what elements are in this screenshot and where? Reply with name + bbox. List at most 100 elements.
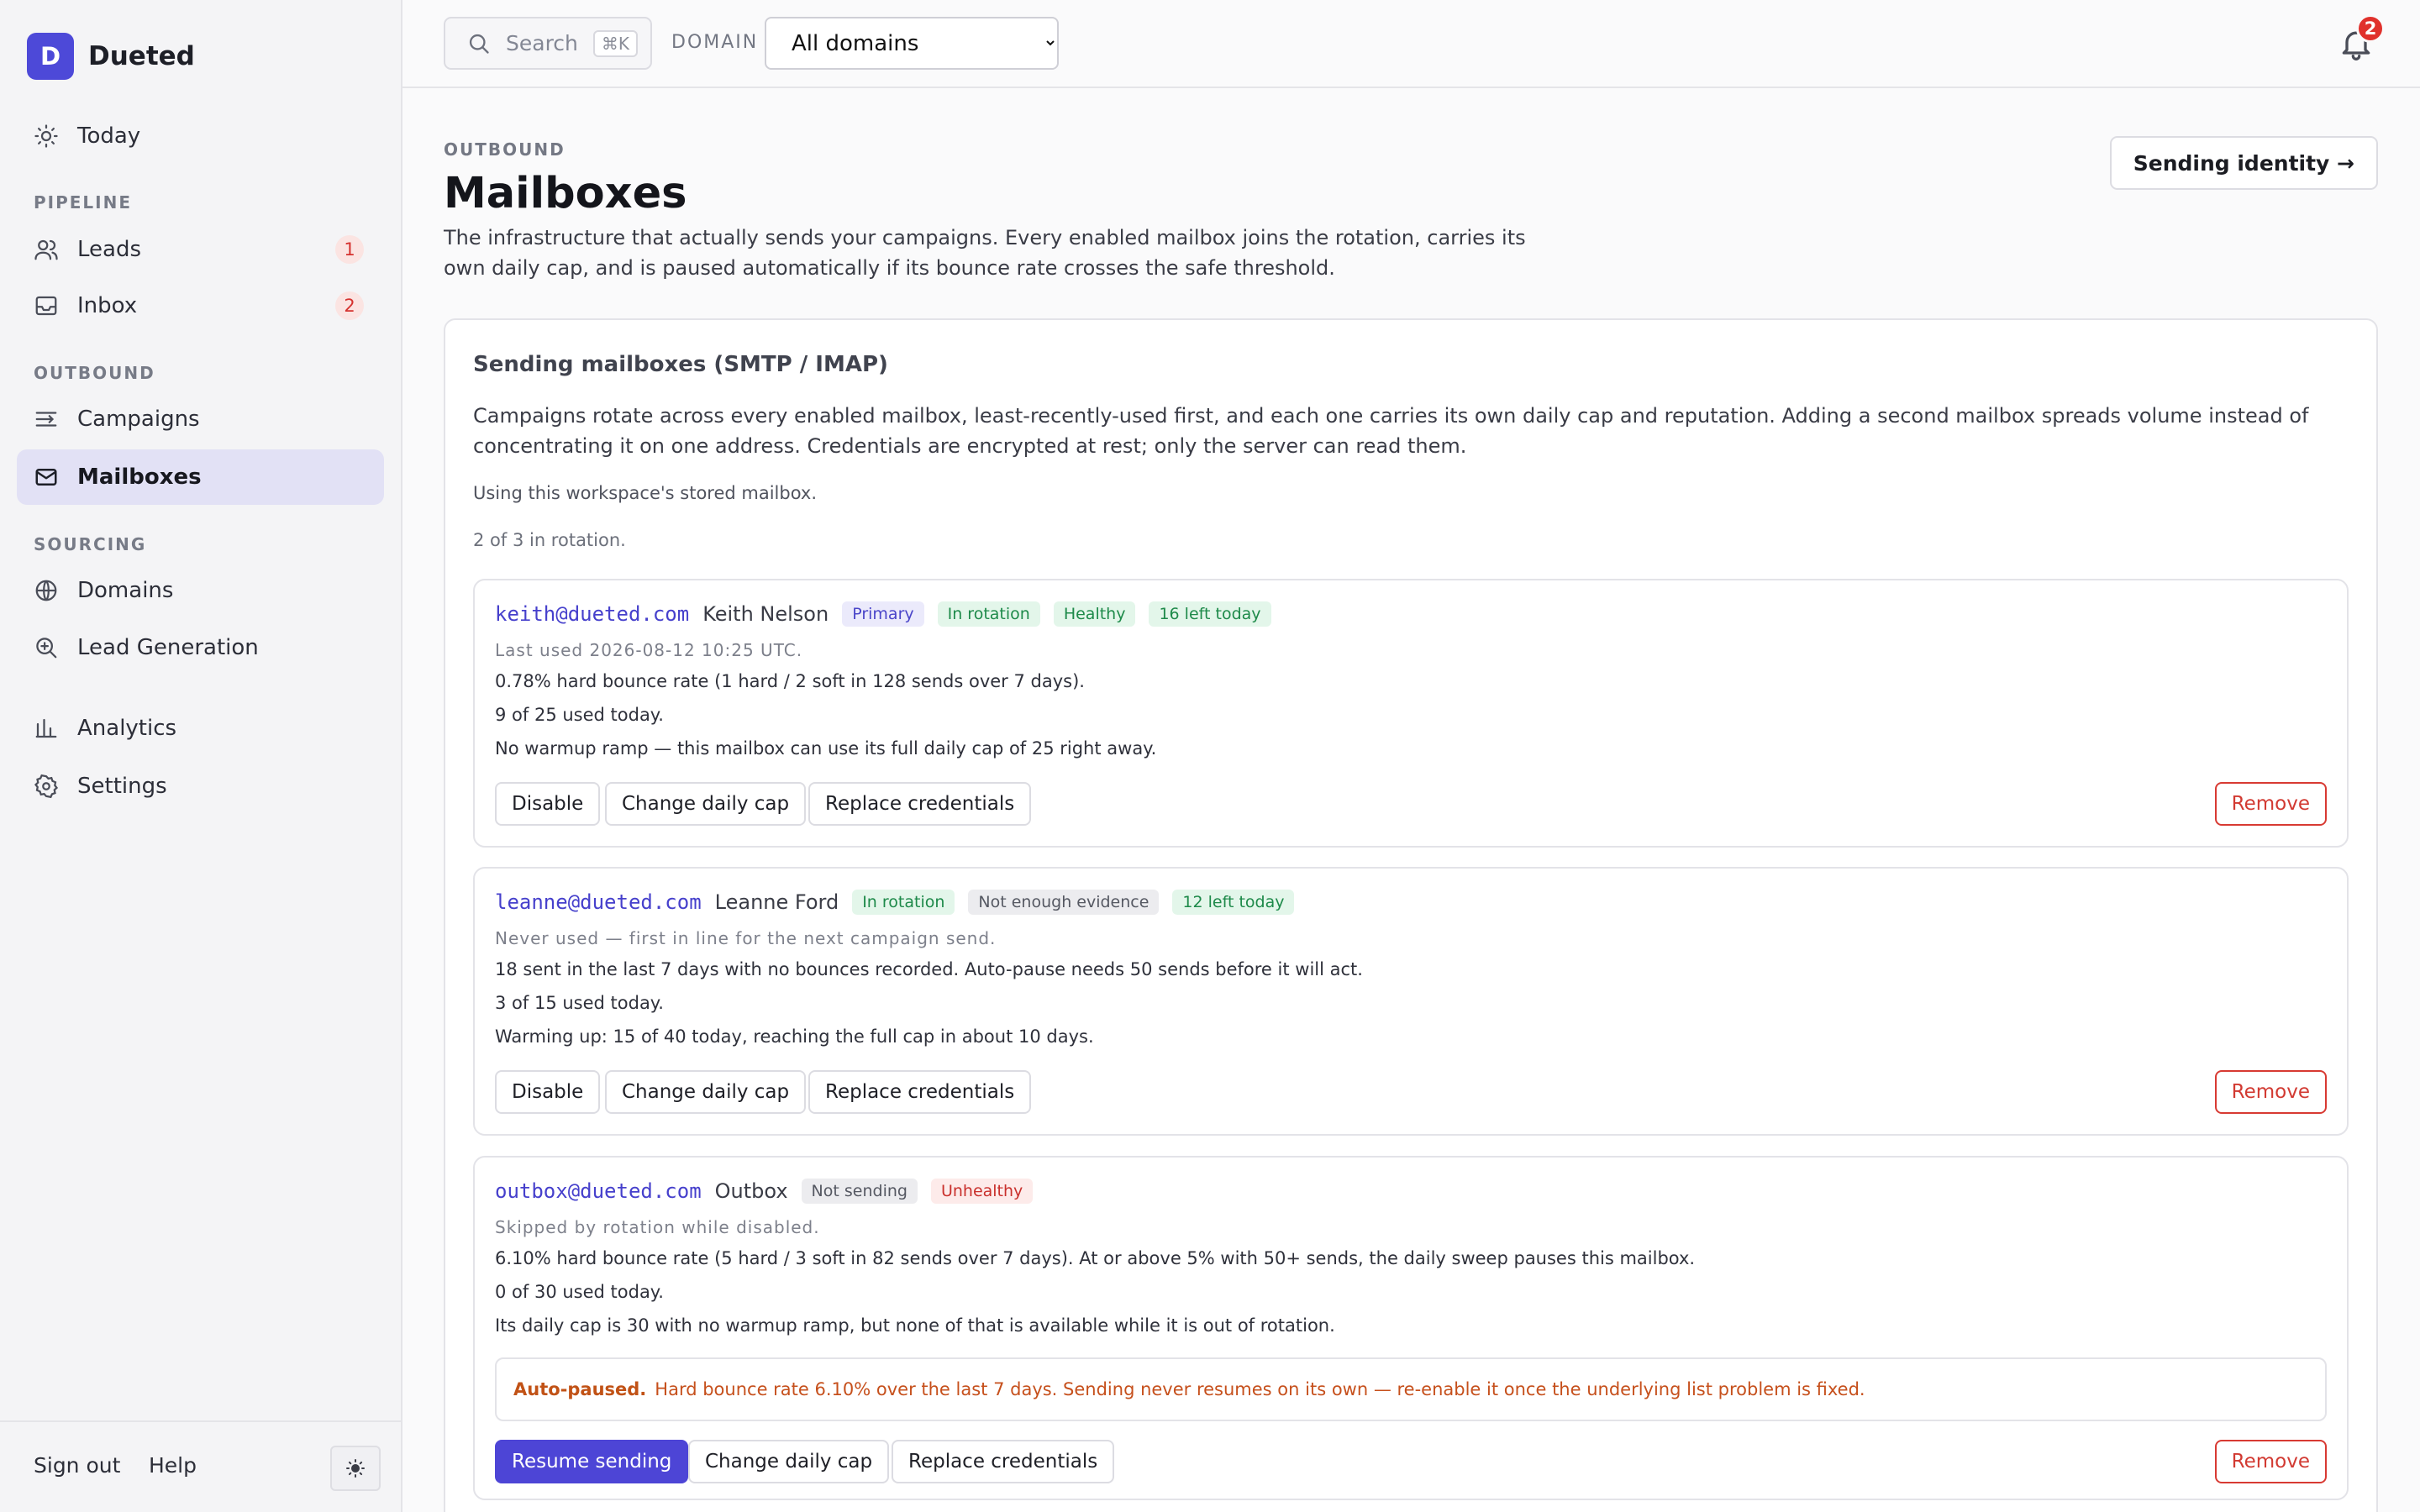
brand-logo: D [27,33,74,80]
mail-icon [35,469,57,486]
sidebar-item-label: Leads [77,237,142,262]
sidebar-item-label: Mailboxes [77,465,202,490]
mailbox-last-used: Last used 2026-08-12 10:25 UTC. [495,640,803,660]
primary-badge: Primary [842,601,924,627]
sidebar-item-label: Campaigns [77,407,200,432]
theme-toggle-button[interactable] [330,1446,381,1491]
mailbox-owner-name: Leanne Ford [714,890,839,914]
mailbox-usage: 3 of 15 used today. [495,993,664,1013]
sign-out-link[interactable]: Sign out [34,1453,120,1478]
page-title: Mailboxes [444,169,687,218]
change-daily-cap-button[interactable]: Change daily cap [605,782,807,826]
mailbox-owner-name: Keith Nelson [702,602,829,626]
mailbox-row: keith@dueted.com Keith Nelson Primary In… [473,579,2349,848]
domain-filter-label: DOMAIN [671,32,759,53]
mailbox-last-used: Never used — first in line for the next … [495,928,997,948]
mailbox-warmup: No warmup ramp — this mailbox can use it… [495,738,1157,759]
rotation-badge: Not sending [801,1179,918,1204]
remaining-badge: 12 left today [1172,890,1295,915]
card-title: Sending mailboxes (SMTP / IMAP) [473,352,888,377]
sidebar-item-label: Lead Generation [77,635,259,660]
mailbox-email[interactable]: outbox@dueted.com [495,1179,702,1203]
mailbox-bounce-rate: 18 sent in the last 7 days with no bounc… [495,959,1363,979]
mailbox-warmup: Warming up: 15 of 40 today, reaching the… [495,1026,1094,1047]
mailbox-warmup: Its daily cap is 30 with no warmup ramp,… [495,1315,1335,1336]
sidebar-item-mailboxes[interactable]: Mailboxes [17,449,384,505]
mailbox-header: keith@dueted.com Keith Nelson Primary In… [495,601,1271,627]
remove-button[interactable]: Remove [2214,1070,2327,1114]
auto-paused-alert: Auto-paused. Hard bounce rate 6.10% over… [495,1357,2327,1421]
top-bar: Search ⌘K DOMAIN All domains 2 [402,0,2420,88]
mailbox-email[interactable]: keith@dueted.com [495,602,689,626]
sidebar-item-leads[interactable]: Leads 1 [17,222,384,277]
resume-sending-button[interactable]: Resume sending [495,1440,689,1483]
sidebar-item-inbox[interactable]: Inbox 2 [17,278,384,333]
alert-title: Auto-paused. [513,1379,647,1399]
inbox-count-badge: 2 [335,291,364,320]
replace-credentials-button[interactable]: Replace credentials [808,782,1032,826]
replace-credentials-button[interactable]: Replace credentials [808,1070,1032,1114]
sidebar-section-outbound: OUTBOUND [34,363,155,383]
inbox-icon [35,296,57,316]
search-box[interactable]: Search ⌘K [444,17,652,70]
leads-count-badge: 1 [335,235,364,264]
bar-chart-icon [35,718,57,738]
sidebar-section-sourcing: SOURCING [34,534,147,554]
health-badge: Not enough evidence [968,890,1160,915]
change-daily-cap-button[interactable]: Change daily cap [605,1070,807,1114]
stored-mailbox-note: Using this workspace's stored mailbox. [473,483,818,503]
mailbox-row: leanne@dueted.com Leanne Ford In rotatio… [473,867,2349,1136]
alert-message: Hard bounce rate 6.10% over the last 7 d… [655,1379,1865,1399]
brand[interactable]: D Dueted [27,33,195,80]
users-icon [34,239,58,260]
globe-icon [35,580,57,601]
notification-count-badge: 2 [2356,14,2385,43]
change-daily-cap-button[interactable]: Change daily cap [688,1440,890,1483]
disable-button[interactable]: Disable [495,1070,601,1114]
rotation-count-note: 2 of 3 in rotation. [473,530,626,550]
disable-button[interactable]: Disable [495,782,601,826]
mailbox-bounce-rate: 6.10% hard bounce rate (5 hard / 3 soft … [495,1248,1696,1268]
mailbox-header: outbox@dueted.com Outbox Not sending Unh… [495,1179,1034,1204]
rotation-badge: In rotation [852,890,955,915]
search-placeholder: Search [506,31,578,55]
sidebar-item-domains[interactable]: Domains [17,563,384,618]
sidebar-item-label: Domains [77,578,174,603]
replace-credentials-button[interactable]: Replace credentials [892,1440,1115,1483]
sidebar-item-label: Today [77,123,141,149]
mailbox-header: leanne@dueted.com Leanne Ford In rotatio… [495,890,1295,915]
mailbox-last-used: Skipped by rotation while disabled. [495,1217,820,1237]
sending-identity-button[interactable]: Sending identity → [2109,136,2378,190]
sidebar: D Dueted Today PIPELINE Leads 1 Inbox 2 … [0,0,402,1512]
remove-button[interactable]: Remove [2214,1440,2327,1483]
domain-select[interactable]: All domains [765,17,1059,70]
sidebar-item-today[interactable]: Today [17,108,384,164]
mailbox-usage: 9 of 25 used today. [495,705,664,725]
page-description: The infrastructure that actually sends y… [444,226,1526,280]
list-send-icon [35,412,57,427]
sidebar-item-settings[interactable]: Settings [17,759,384,814]
search-shortcut: ⌘K [592,29,639,57]
mailbox-email[interactable]: leanne@dueted.com [495,890,702,914]
search-icon [469,34,489,54]
sidebar-item-campaigns[interactable]: Campaigns [17,391,384,447]
mailbox-usage: 0 of 30 used today. [495,1282,664,1302]
health-badge: Unhealthy [930,1179,1034,1204]
card-description: Campaigns rotate across every enabled ma… [473,404,2309,458]
sidebar-item-analytics[interactable]: Analytics [17,701,384,756]
sidebar-item-lead-generation[interactable]: Lead Generation [17,620,384,675]
brand-name: Dueted [88,41,195,71]
gear-icon [34,774,59,799]
mailbox-bounce-rate: 0.78% hard bounce rate (1 hard / 2 soft … [495,671,1085,691]
remove-button[interactable]: Remove [2214,782,2327,826]
page-eyebrow: OUTBOUND [444,139,566,160]
help-link[interactable]: Help [149,1453,197,1478]
search-plus-icon [36,638,57,659]
health-badge: Healthy [1053,601,1136,627]
sidebar-footer: Sign out Help [0,1420,401,1512]
mailbox-owner-name: Outbox [714,1179,788,1203]
sun-icon [346,1459,365,1478]
mailboxes-card: Sending mailboxes (SMTP / IMAP) Campaign… [444,318,2378,1512]
sidebar-section-pipeline: PIPELINE [34,192,133,213]
mailbox-row: outbox@dueted.com Outbox Not sending Unh… [473,1156,2349,1500]
